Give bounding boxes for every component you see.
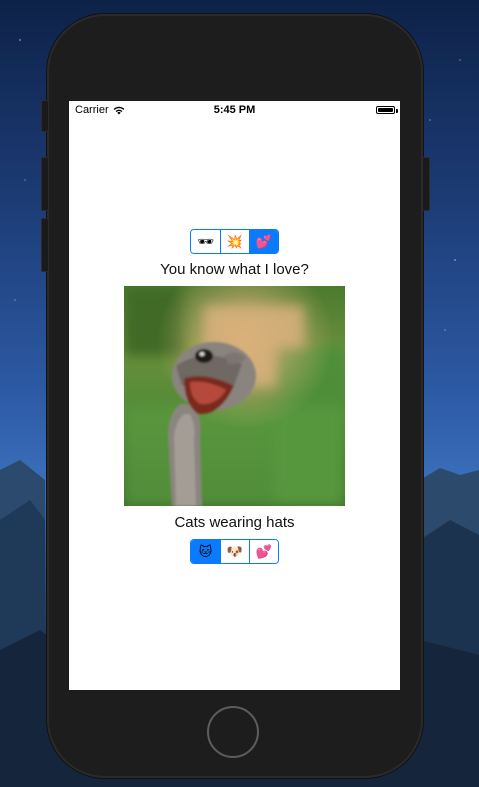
home-button[interactable] xyxy=(207,706,259,758)
answer-label: Cats wearing hats xyxy=(174,514,295,531)
status-time: 5:45 PM xyxy=(213,104,256,116)
app-screen: Carrier 5:45 PM 🕶 💥 💕 You know what I love… xyxy=(69,101,400,690)
top-segmented-control: 🕶 💥 💕 xyxy=(190,229,279,254)
status-bar: Carrier 5:45 PM xyxy=(69,101,400,121)
battery-level-fill xyxy=(378,108,393,112)
collision-emoji-segment[interactable]: 💥 xyxy=(220,230,249,253)
cat-face-emoji-segment[interactable]: 🐱 xyxy=(191,540,220,563)
sunglasses-emoji-segment[interactable]: 🕶 xyxy=(191,230,220,253)
battery-icon xyxy=(376,106,395,114)
mute-switch xyxy=(41,100,49,132)
collision-icon: 💥 xyxy=(226,233,244,249)
volume-down-button xyxy=(41,218,49,272)
question-label: You know what I love? xyxy=(160,261,309,278)
two-hearts-icon: 💕 xyxy=(255,543,273,559)
bottom-segmented-control: 🐱 🐶 💕 xyxy=(190,539,279,564)
sunglasses-icon: 🕶 xyxy=(197,233,214,249)
power-button xyxy=(422,157,430,211)
hearts-icon: 💕 xyxy=(255,233,273,249)
dog-face-emoji-segment[interactable]: 🐶 xyxy=(220,540,249,563)
hearts-emoji-segment[interactable]: 💕 xyxy=(249,230,278,253)
two-hearts-emoji-segment[interactable]: 💕 xyxy=(249,540,278,563)
battery-tip xyxy=(396,109,398,113)
cat-face-icon: 🐱 xyxy=(198,543,213,559)
dog-face-icon: 🐶 xyxy=(226,543,244,559)
volume-up-button xyxy=(41,157,49,211)
ostrich-photo xyxy=(124,286,345,506)
